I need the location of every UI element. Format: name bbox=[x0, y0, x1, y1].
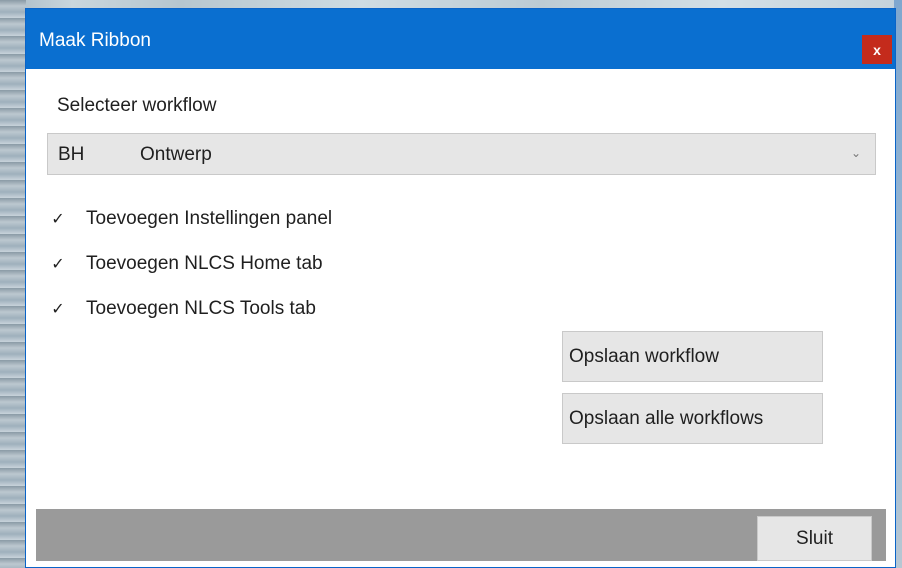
dialog-window: Maak Ribbon x Selecteer workflow BH Ontw… bbox=[25, 8, 896, 568]
checkbox-icon[interactable]: ✓ bbox=[48, 299, 68, 319]
background-left bbox=[0, 0, 26, 568]
chevron-down-icon: ⌄ bbox=[850, 146, 861, 160]
save-workflow-button[interactable]: Opslaan workflow bbox=[562, 331, 823, 382]
option-label: Toevoegen NLCS Tools tab bbox=[86, 298, 316, 319]
option-nlcs-home-tab[interactable]: ✓ Toevoegen NLCS Home tab bbox=[48, 251, 323, 277]
option-instellingen-panel[interactable]: ✓ Toevoegen Instellingen panel bbox=[48, 206, 332, 232]
workflow-code: BH bbox=[58, 144, 85, 165]
save-all-workflows-button[interactable]: Opslaan alle workflows bbox=[562, 393, 823, 444]
workflow-select[interactable]: BH Ontwerp ⌄ bbox=[47, 133, 876, 175]
title-bar: Maak Ribbon bbox=[26, 9, 895, 69]
workflow-label: Selecteer workflow bbox=[57, 95, 217, 116]
close-dialog-button[interactable]: Sluit bbox=[757, 516, 872, 561]
close-icon: x bbox=[873, 41, 881, 58]
option-nlcs-tools-tab[interactable]: ✓ Toevoegen NLCS Tools tab bbox=[48, 296, 316, 322]
workflow-name: Ontwerp bbox=[140, 144, 212, 165]
option-label: Toevoegen NLCS Home tab bbox=[86, 253, 323, 274]
window-title: Maak Ribbon bbox=[39, 30, 151, 51]
close-button[interactable]: x bbox=[862, 35, 892, 64]
checkbox-icon[interactable]: ✓ bbox=[48, 209, 68, 229]
checkbox-icon[interactable]: ✓ bbox=[48, 254, 68, 274]
option-label: Toevoegen Instellingen panel bbox=[86, 208, 333, 229]
